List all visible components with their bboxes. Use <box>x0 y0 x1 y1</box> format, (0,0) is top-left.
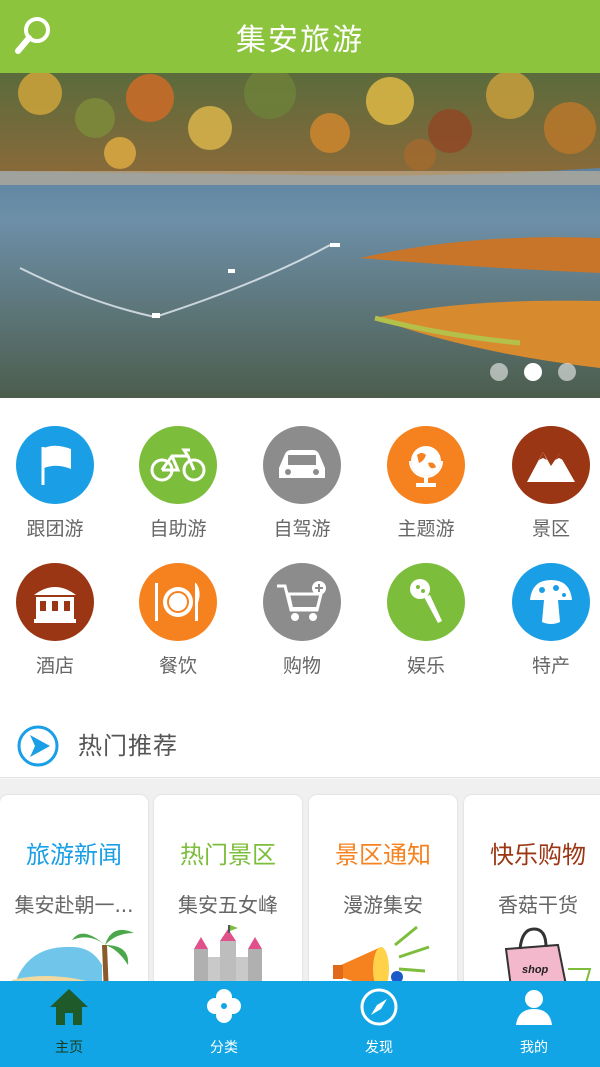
category-label: 购物 <box>282 655 321 677</box>
page-title: 集安旅游 <box>236 23 364 58</box>
category-specialty[interactable]: 特产 <box>496 563 600 678</box>
carousel-indicator <box>490 363 576 383</box>
cart-icon <box>263 563 341 641</box>
tab-category[interactable]: 分类 <box>164 981 284 1067</box>
category-self-guided[interactable]: 自助游 <box>123 426 233 541</box>
card-subtitle: 漫游集安 <box>343 893 423 917</box>
recommend-cards: 旅游新闻 集安赴朝一... 热门景区 集安五女峰 景区通知 漫游集安 快乐购物 … <box>0 779 600 995</box>
tab-label: 我的 <box>520 1040 548 1056</box>
category-scenic-spot[interactable]: 景区 <box>496 426 600 541</box>
card-happy-shopping[interactable]: 快乐购物 香菇干货 shop <box>464 795 600 995</box>
card-travel-news[interactable]: 旅游新闻 集安赴朝一... <box>0 795 148 995</box>
tab-label: 发现 <box>365 1040 393 1056</box>
tab-home[interactable]: 主页 <box>9 981 129 1067</box>
category-dining[interactable]: 餐饮 <box>123 563 233 678</box>
category-label: 跟团游 <box>26 518 84 540</box>
arrow-circle-icon <box>17 725 59 767</box>
category-label: 景区 <box>531 518 570 540</box>
category-theme-tour[interactable]: 主题游 <box>371 426 481 541</box>
svg-text:shop: shop <box>522 964 549 976</box>
category-shopping[interactable]: 购物 <box>247 563 357 678</box>
bicycle-icon <box>139 426 217 504</box>
banner-carousel[interactable] <box>0 73 600 398</box>
card-title: 快乐购物 <box>490 841 586 869</box>
category-label: 自驾游 <box>273 518 331 540</box>
hot-recommend-header[interactable]: 热门推荐 <box>0 708 600 778</box>
tab-label: 主页 <box>55 1040 83 1056</box>
tab-mine[interactable]: 我的 <box>474 981 594 1067</box>
category-hotel[interactable]: 酒店 <box>0 563 110 678</box>
carousel-dot[interactable] <box>490 363 508 381</box>
tab-label: 分类 <box>210 1040 238 1056</box>
card-subtitle: 集安赴朝一... <box>14 893 134 917</box>
clover-icon <box>207 989 241 1023</box>
card-title: 热门景区 <box>180 841 276 869</box>
dining-icon <box>139 563 217 641</box>
bottom-tab-bar: 主页 分类 发现 我的 <box>0 981 600 1067</box>
category-group-tour[interactable]: 跟团游 <box>0 426 110 541</box>
category-grid: 跟团游 自助游 自驾游 主题游 景区 酒店 餐饮 购物 娱乐 特产 <box>0 398 600 708</box>
card-scenic-notice[interactable]: 景区通知 漫游集安 <box>309 795 457 995</box>
category-label: 娱乐 <box>406 655 445 677</box>
card-hot-scenic[interactable]: 热门景区 集安五女峰 <box>154 795 302 995</box>
microphone-icon <box>387 563 465 641</box>
category-label: 酒店 <box>35 655 74 677</box>
card-subtitle: 香菇干货 <box>498 893 578 917</box>
hotel-icon <box>16 563 94 641</box>
car-icon <box>263 426 341 504</box>
section-title: 热门推荐 <box>78 732 178 760</box>
card-title: 景区通知 <box>335 841 431 869</box>
carousel-dot-active[interactable] <box>524 363 542 381</box>
tab-discover[interactable]: 发现 <box>319 981 439 1067</box>
user-icon <box>516 990 552 1025</box>
category-label: 自助游 <box>149 518 207 540</box>
carousel-dot[interactable] <box>558 363 576 381</box>
compass-icon <box>360 988 398 1026</box>
mushroom-icon <box>512 563 590 641</box>
globe-icon <box>387 426 465 504</box>
banner-image <box>0 73 600 398</box>
category-label: 主题游 <box>397 518 455 540</box>
mountain-icon <box>512 426 590 504</box>
flag-icon <box>16 426 94 504</box>
top-bar: 集安旅游 <box>0 0 600 73</box>
category-self-drive[interactable]: 自驾游 <box>247 426 357 541</box>
card-title: 旅游新闻 <box>26 841 122 869</box>
home-icon <box>50 989 88 1025</box>
category-entertainment[interactable]: 娱乐 <box>371 563 481 678</box>
category-label: 特产 <box>531 655 570 677</box>
category-label: 餐饮 <box>158 655 197 677</box>
card-subtitle: 集安五女峰 <box>178 893 278 917</box>
